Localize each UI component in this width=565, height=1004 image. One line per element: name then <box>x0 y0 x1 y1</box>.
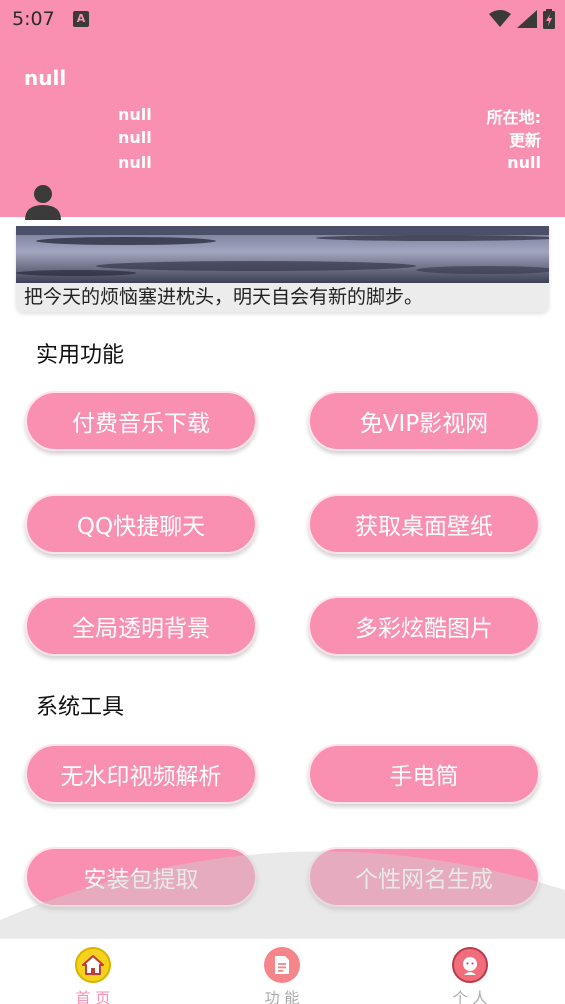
profile-field-3: null <box>118 153 152 172</box>
status-bar: 5:07 A <box>0 0 565 40</box>
signal-icon <box>517 10 537 28</box>
status-icons <box>489 9 555 29</box>
user-icon <box>452 947 488 983</box>
section-title-utilities: 实用功能 <box>36 343 125 368</box>
wifi-icon <box>489 10 511 27</box>
profile-field-2: null <box>118 128 152 147</box>
profile-field-1: null <box>118 105 152 124</box>
nav-profile[interactable]: 个 人 <box>435 947 505 1004</box>
qq-quick-chat-button[interactable]: QQ快捷聊天 <box>25 494 257 554</box>
banner-caption: 把今天的烦恼塞进枕头，明天自会有新的脚步。 <box>16 283 549 312</box>
section-title-system-tools: 系统工具 <box>36 695 125 720</box>
banner-image <box>16 226 549 283</box>
document-icon <box>264 947 300 983</box>
colorful-images-button[interactable]: 多彩炫酷图片 <box>308 596 540 656</box>
quote-banner[interactable]: 把今天的烦恼塞进枕头，明天自会有新的脚步。 <box>16 226 549 312</box>
profile-header: 5:07 A null null null null 所在地: 更新 null <box>0 0 565 220</box>
nav-functions-label: 功 能 <box>264 989 300 1004</box>
bottom-nav: 首 页 功 能 个 人 <box>0 938 565 1004</box>
nav-home-label: 首 页 <box>75 989 111 1004</box>
flashlight-button[interactable]: 手电筒 <box>308 744 540 804</box>
watermark-free-video-button[interactable]: 无水印视频解析 <box>25 744 257 804</box>
location-value: null <box>507 153 541 172</box>
transparent-background-button[interactable]: 全局透明背景 <box>25 596 257 656</box>
nav-home[interactable]: 首 页 <box>58 947 128 1004</box>
home-icon <box>75 947 111 983</box>
user-name: null <box>24 66 67 90</box>
paid-music-download-button[interactable]: 付费音乐下载 <box>25 391 257 451</box>
a-icon: A <box>73 11 89 27</box>
desktop-wallpaper-button[interactable]: 获取桌面壁纸 <box>308 494 540 554</box>
update-label[interactable]: 更新 <box>509 127 541 151</box>
vip-video-site-button[interactable]: 免VIP影视网 <box>308 391 540 451</box>
status-time: 5:07 <box>12 8 55 30</box>
nav-profile-label: 个 人 <box>452 989 488 1004</box>
nav-functions[interactable]: 功 能 <box>247 947 317 1004</box>
location-label: 所在地: <box>486 108 541 127</box>
person-icon[interactable] <box>24 184 62 220</box>
battery-icon <box>543 9 555 29</box>
apk-extract-button[interactable]: 安装包提取 <box>25 847 257 907</box>
nickname-generator-button[interactable]: 个性网名生成 <box>308 847 540 907</box>
